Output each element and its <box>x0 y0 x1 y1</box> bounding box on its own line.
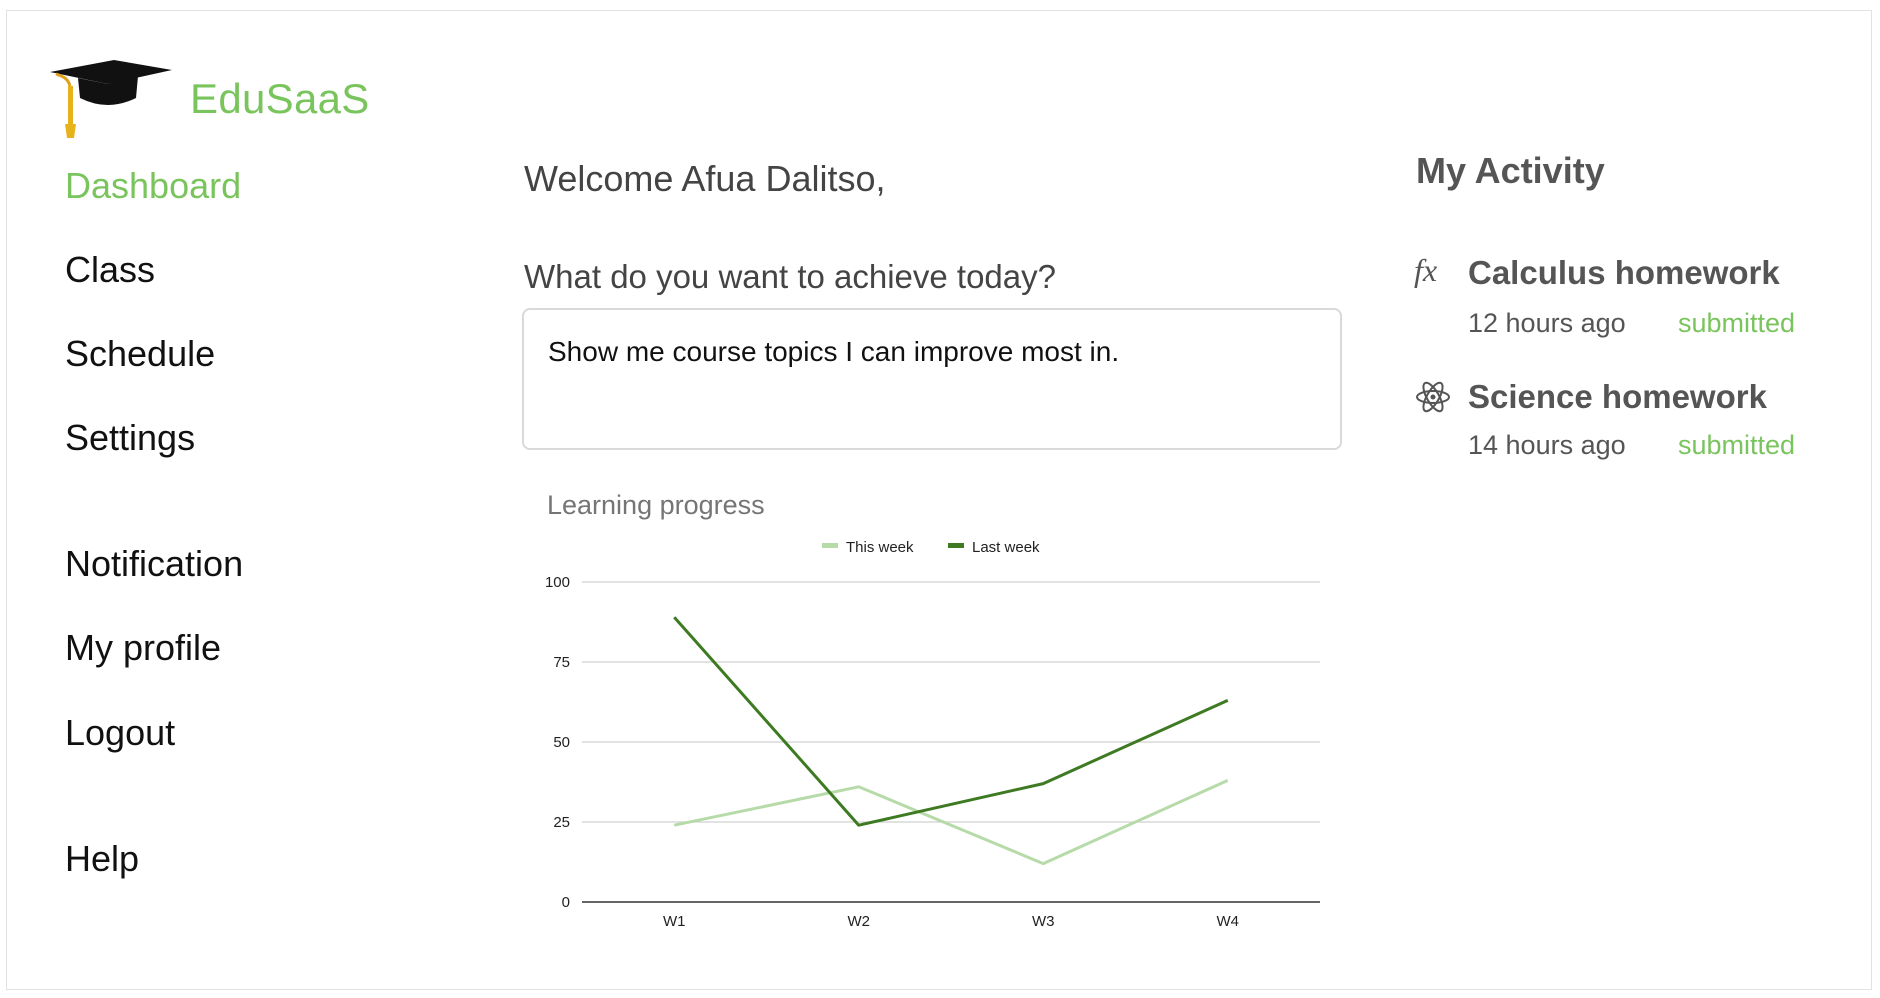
y-tick-label: 50 <box>553 734 570 751</box>
graduation-cap-icon <box>50 60 172 138</box>
nav-item-help[interactable]: Help <box>65 841 139 877</box>
legend-label: This week <box>846 539 914 556</box>
brand-name: EduSaaS <box>190 75 370 122</box>
activity-item-status[interactable]: submitted <box>1678 430 1795 461</box>
atom-icon <box>1414 378 1452 421</box>
nav-item-my-profile[interactable]: My profile <box>65 630 221 666</box>
activity-item-status[interactable]: submitted <box>1678 308 1795 339</box>
welcome-heading: Welcome Afua Dalitso, <box>524 158 886 199</box>
learning-progress-chart: 0 25 50 75 100 W1 W2 W3 W4 This week Last week <box>545 539 1320 930</box>
activity-item-name[interactable]: Science homework <box>1468 378 1767 416</box>
nav-item-logout[interactable]: Logout <box>65 715 175 751</box>
x-tick-label: W2 <box>848 913 871 930</box>
activity-title: My Activity <box>1416 150 1605 191</box>
legend-swatch <box>822 543 838 548</box>
brand-logo[interactable]: EduSaaS <box>50 60 370 138</box>
activity-item-time: 14 hours ago <box>1468 430 1626 460</box>
chart-title: Learning progress <box>547 490 765 520</box>
y-tick-label: 25 <box>553 814 570 831</box>
goal-prompt-input[interactable] <box>522 308 1342 450</box>
nav-item-class[interactable]: Class <box>65 252 155 288</box>
nav-item-schedule[interactable]: Schedule <box>65 336 215 372</box>
series-line-last-week <box>673 616 1229 827</box>
x-tick-label: W3 <box>1032 913 1055 930</box>
activity-item-name[interactable]: Calculus homework <box>1468 254 1780 292</box>
y-tick-label: 0 <box>562 894 570 911</box>
activity-item-time: 12 hours ago <box>1468 308 1626 338</box>
legend-label: Last week <box>972 539 1040 556</box>
nav-item-notification[interactable]: Notification <box>65 546 243 582</box>
x-tick-label: W4 <box>1217 913 1240 930</box>
goal-question: What do you want to achieve today? <box>524 258 1056 295</box>
nav-item-dashboard[interactable]: Dashboard <box>65 168 241 204</box>
y-tick-label: 75 <box>553 654 570 671</box>
function-fx-icon: fx <box>1414 252 1438 288</box>
x-tick-label: W1 <box>663 913 686 930</box>
legend-swatch <box>948 543 964 548</box>
nav-item-settings[interactable]: Settings <box>65 420 195 456</box>
y-tick-label: 100 <box>545 574 570 591</box>
